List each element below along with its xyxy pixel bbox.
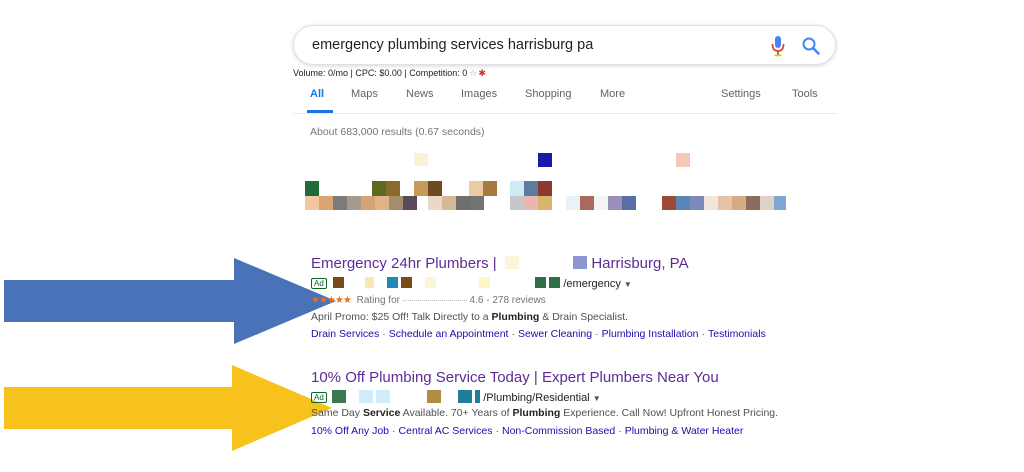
ad-2-desc-bold-2: Plumbing bbox=[512, 407, 561, 419]
ad-badge: Ad bbox=[311, 278, 327, 289]
sitelink-plumbing-water-heater[interactable]: Plumbing & Water Heater bbox=[625, 425, 744, 437]
tab-shopping[interactable]: Shopping bbox=[525, 88, 572, 100]
bug-icon[interactable]: ✱ bbox=[478, 68, 486, 78]
ad-2-desc-bold-1: Service bbox=[362, 407, 401, 419]
ad-result-1: Emergency 24hr Plumbers | Harrisburg, PA… bbox=[311, 255, 831, 345]
ad-1-url-row: Ad /emergency ▼ bbox=[311, 277, 632, 290]
ad-2-desc-c: Experience. Call Now! Upfront Honest Pri… bbox=[560, 407, 779, 419]
sitelink-testimonials[interactable]: Testimonials bbox=[708, 328, 766, 340]
search-box[interactable]: emergency plumbing services harrisburg p… bbox=[293, 25, 836, 65]
tab-images[interactable]: Images bbox=[461, 88, 497, 100]
redacted-block bbox=[535, 277, 547, 288]
result-count: About 683,000 results (0.67 seconds) bbox=[310, 126, 485, 138]
ad-1-sitelinks: Drain Services · Schedule an Appointment · S… bbox=[311, 328, 766, 340]
redacted-block bbox=[475, 390, 481, 403]
ad-1-desc-b: & Drain Specialist. bbox=[539, 311, 629, 323]
tab-tools[interactable]: Tools bbox=[792, 88, 818, 100]
redacted-block bbox=[504, 256, 519, 269]
dropdown-arrow-icon[interactable]: ▼ bbox=[593, 394, 601, 403]
ad-2-url[interactable]: /Plumbing/Residential bbox=[483, 392, 589, 404]
tab-all[interactable]: All bbox=[310, 88, 324, 100]
ad-1-url[interactable]: /emergency bbox=[563, 278, 620, 290]
sitelink-non-commission-based[interactable]: Non-Commission Based bbox=[502, 425, 615, 437]
yellow-arrow-annotation bbox=[4, 365, 332, 451]
ad-1-title-right[interactable]: Harrisburg, PA bbox=[591, 255, 688, 272]
tab-more[interactable]: More bbox=[600, 88, 625, 100]
sitelink-schedule-appointment[interactable]: Schedule an Appointment bbox=[389, 328, 509, 340]
ad-1-rating-row: ★★★★★ Rating for 4.6 - 278 reviews bbox=[311, 295, 546, 306]
redacted-block bbox=[401, 277, 413, 288]
ad-2-title[interactable]: 10% Off Plumbing Service Today | Expert … bbox=[311, 369, 719, 386]
redacted-block bbox=[427, 390, 442, 403]
active-tab-indicator bbox=[307, 110, 333, 113]
star-icon[interactable]: ☆ bbox=[469, 68, 477, 78]
keyword-stats: Volume: 0/mo | CPC: $0.00 | Competition:… bbox=[293, 68, 486, 79]
sitelink-10-off-any-job[interactable]: 10% Off Any Job bbox=[311, 425, 389, 437]
dropdown-arrow-icon[interactable]: ▼ bbox=[624, 280, 632, 289]
ad-2-description: Same Day Service Available. 70+ Years of… bbox=[311, 407, 778, 419]
ad-1-title-left[interactable]: Emergency 24hr Plumbers | bbox=[311, 255, 497, 272]
redacted-block bbox=[358, 390, 373, 403]
redacted-block bbox=[331, 390, 346, 403]
redacted-block bbox=[386, 277, 398, 288]
sitelink-plumbing-installation[interactable]: Plumbing Installation bbox=[602, 328, 699, 340]
search-query[interactable]: emergency plumbing services harrisburg p… bbox=[312, 37, 593, 53]
ad-1-desc-bold: Plumbing bbox=[491, 311, 540, 323]
ad-2-sitelinks: 10% Off Any Job · Central AC Services · Non-… bbox=[311, 425, 744, 437]
ad-2-desc-b: Available. 70+ Years of bbox=[400, 407, 513, 419]
redacted-block bbox=[573, 256, 588, 269]
star-rating-icon: ★★★★★ bbox=[311, 295, 352, 306]
sitelink-central-ac-services[interactable]: Central AC Services bbox=[399, 425, 493, 437]
ad-1-title[interactable]: Emergency 24hr Plumbers | Harrisburg, PA bbox=[311, 255, 689, 272]
microphone-icon[interactable] bbox=[771, 35, 785, 57]
search-tabs: All Maps News Images Shopping More Setti… bbox=[293, 86, 838, 114]
ad-badge: Ad bbox=[311, 392, 327, 403]
keyword-stats-text: Volume: 0/mo | CPC: $0.00 | Competition:… bbox=[293, 68, 468, 78]
search-icon[interactable] bbox=[801, 36, 821, 56]
redacted-block bbox=[364, 277, 374, 288]
ad-1-rating-value: 4.6 - 278 reviews bbox=[469, 295, 546, 306]
ad-1-rating-prefix: Rating for bbox=[356, 295, 400, 306]
ad-1-description: April Promo: $25 Off! Talk Directly to a… bbox=[311, 311, 628, 323]
tab-maps[interactable]: Maps bbox=[351, 88, 378, 100]
tab-news[interactable]: News bbox=[406, 88, 434, 100]
redacted-block bbox=[549, 277, 561, 288]
tab-settings[interactable]: Settings bbox=[721, 88, 761, 100]
ad-1-desc-a: April Promo: $25 Off! Talk Directly to a bbox=[311, 311, 492, 323]
ad-2-desc-a: Same Day bbox=[311, 407, 363, 419]
redacted-text bbox=[402, 300, 467, 301]
blue-arrow-annotation bbox=[4, 258, 336, 344]
redacted-block bbox=[375, 390, 390, 403]
sitelink-drain-services[interactable]: Drain Services bbox=[311, 328, 379, 340]
redacted-block bbox=[332, 277, 344, 288]
redacted-block bbox=[425, 277, 437, 288]
ad-result-2: 10% Off Plumbing Service Today | Expert … bbox=[311, 369, 831, 441]
redacted-block bbox=[479, 277, 491, 288]
ad-2-url-row: Ad /Plumbing/Residential ▼ bbox=[311, 390, 601, 404]
redacted-block bbox=[458, 390, 473, 403]
sitelink-sewer-cleaning[interactable]: Sewer Cleaning bbox=[518, 328, 592, 340]
